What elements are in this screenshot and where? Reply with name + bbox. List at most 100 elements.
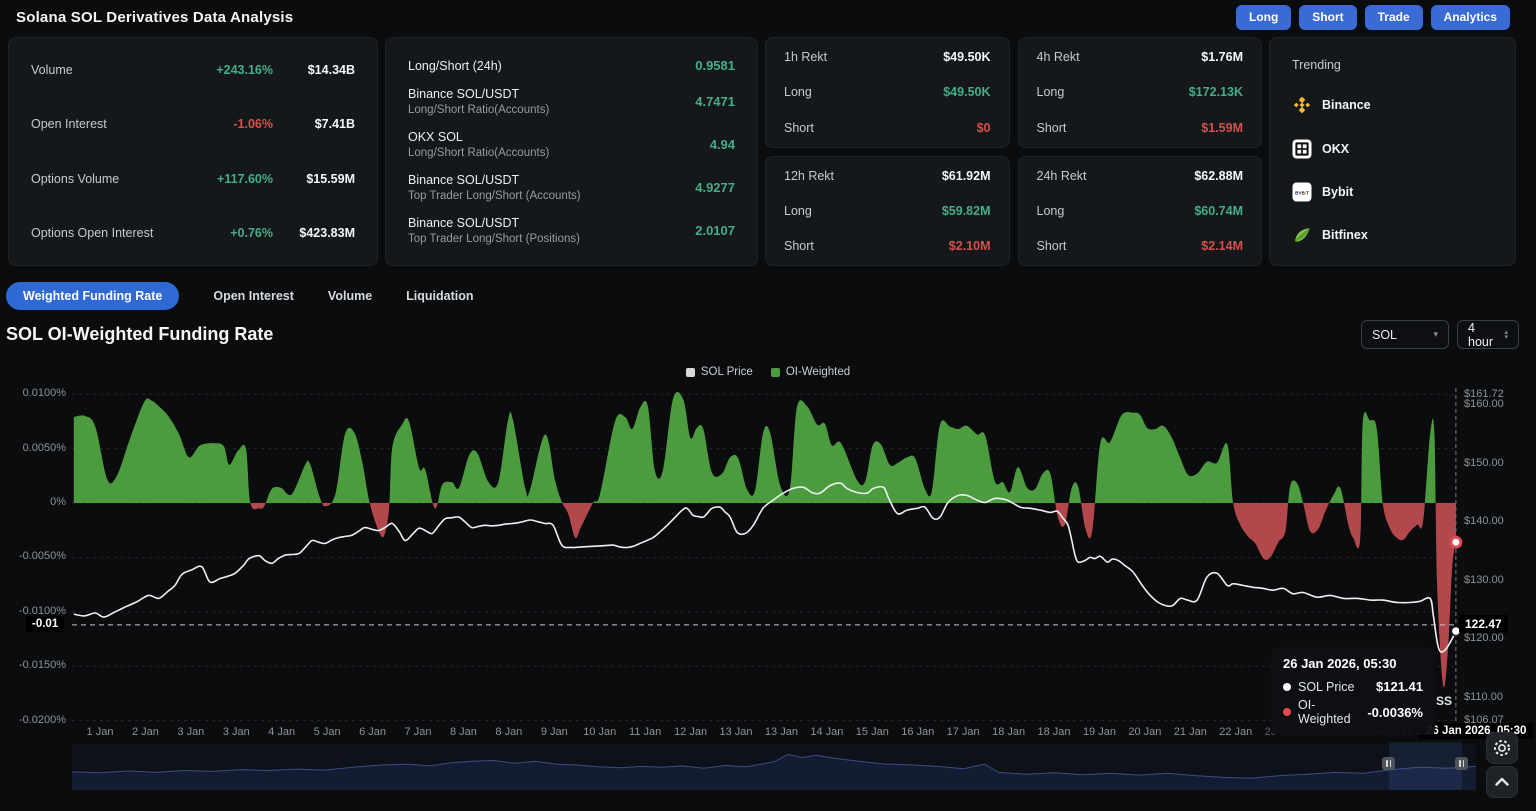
trending-item-okx[interactable]: OKX — [1292, 139, 1493, 159]
rekt-long: $59.82M — [942, 204, 991, 218]
tooltip-timestamp: 26 Jan 2026, 05:30 — [1283, 656, 1423, 671]
ratio-subtitle: Long/Short Ratio(Accounts) — [408, 104, 549, 116]
stat-row: Options Open Interest+0.76%$423.83M — [31, 226, 355, 240]
rekt-label: Long — [1037, 85, 1065, 99]
trending-name: Binance — [1322, 98, 1371, 112]
legend-swatch-icon — [686, 368, 695, 377]
navigator-selection[interactable] — [1389, 742, 1462, 790]
right-axis-tick: $160.00 — [1464, 398, 1504, 410]
ratio-row: OKX SOLLong/Short Ratio(Accounts)4.94 — [408, 130, 735, 159]
ratio-value: 0.9581 — [695, 58, 735, 73]
rekt-row: Short$2.10M — [784, 239, 991, 253]
rekt-row: Long $172.13K — [1037, 85, 1244, 99]
tab-volume[interactable]: Volume — [328, 289, 372, 303]
trending-item-binance[interactable]: Binance — [1292, 95, 1493, 115]
navigator-right-handle[interactable] — [1455, 757, 1468, 770]
tooltip-value: -0.0036% — [1367, 705, 1423, 720]
right-axis-tick: $110.00 — [1464, 691, 1503, 703]
rekt-card: 12h Rekt$61.92MLong$59.82MShort$2.10M — [765, 156, 1010, 267]
top-header: Solana SOL Derivatives Data Analysis Lon… — [0, 0, 1536, 34]
rekt-short: $2.10M — [949, 239, 991, 253]
ratio-subtitle: Top Trader Long/Short (Positions) — [408, 233, 580, 245]
left-axis-tick: 0% — [0, 496, 66, 508]
trending-item-bitfinex[interactable]: Bitfinex — [1292, 225, 1493, 245]
interval-select[interactable]: 4 hour ▴▾ — [1457, 320, 1519, 349]
header-button-analytics[interactable]: Analytics — [1431, 5, 1510, 30]
binance-logo-icon — [1292, 95, 1312, 115]
rekt-label: 12h Rekt — [784, 169, 834, 183]
rekt-long: $60.74M — [1194, 204, 1243, 218]
rekt-short: $0 — [977, 121, 991, 135]
tab-open-interest[interactable]: Open Interest — [213, 289, 294, 303]
rekt-label: Long — [784, 85, 812, 99]
header-button-short[interactable]: Short — [1299, 5, 1356, 30]
rekt-row: Long$49.50K — [784, 85, 991, 99]
navigator-left-handle[interactable] — [1382, 757, 1395, 770]
right-axis-tick: $130.00 — [1464, 574, 1504, 586]
stat-change: +117.60% — [217, 172, 273, 186]
stat-label: Options Open Interest — [31, 226, 230, 240]
rekt-label: Long — [1037, 204, 1065, 218]
legend-swatch-icon — [771, 368, 780, 377]
rekt-row: 1h Rekt$49.50K — [784, 50, 991, 64]
chevron-up-icon — [1487, 767, 1517, 797]
stat-value: $15.59M — [273, 172, 355, 186]
tooltip-label: SOL Price — [1298, 680, 1369, 694]
price-line — [74, 483, 1456, 652]
legend-label: SOL Price — [701, 366, 753, 378]
rekt-grid: 1h Rekt$49.50KLong$49.50KShort$04h Rekt$… — [765, 37, 1262, 266]
ratio-row: Binance SOL/USDTTop Trader Long/Short (P… — [408, 216, 735, 245]
settings-gear-button[interactable] — [1486, 732, 1518, 764]
trending-name: Bybit — [1322, 185, 1353, 199]
ratio-labels: OKX SOL Long/Short Ratio(Accounts) — [408, 130, 549, 159]
symbol-select[interactable]: SOL ▾ — [1361, 320, 1449, 349]
header-button-long[interactable]: Long — [1236, 5, 1291, 30]
symbol-select-value: SOL — [1372, 328, 1397, 342]
rekt-short: $1.59M — [1201, 121, 1243, 135]
tab-liquidation[interactable]: Liquidation — [406, 289, 473, 303]
right-axis-tick: $150.00 — [1464, 457, 1504, 469]
rekt-row: Short $0 — [784, 121, 991, 135]
trending-item-bybit[interactable]: BYBIT Bybit — [1292, 182, 1493, 202]
trending-title: Trending — [1292, 58, 1493, 72]
rekt-label: Short — [784, 121, 814, 135]
trending-name: OKX — [1322, 142, 1349, 156]
ratio-title: OKX SOL — [408, 130, 549, 144]
navigator-line — [72, 754, 1476, 778]
right-axis-tick: $120.00 — [1464, 632, 1504, 644]
chart-tooltip: 26 Jan 2026, 05:30 SOL Price$121.41OI-We… — [1271, 647, 1435, 735]
ratio-subtitle: Long/Short Ratio(Accounts) — [408, 147, 549, 159]
rekt-total: $49.50K — [943, 50, 990, 64]
ratio-row: Binance SOL/USDT Long/Short Ratio(Account… — [408, 87, 735, 116]
ratio-value: 4.7471 — [695, 94, 735, 109]
rekt-row: 4h Rekt $1.76M — [1037, 50, 1244, 64]
chart-legend: SOL Price OI-Weighted — [0, 366, 1536, 378]
tooltip-row: OI-Weighted-0.0036% — [1283, 698, 1423, 726]
rekt-total: $1.76M — [1201, 50, 1243, 64]
navigator-area — [72, 754, 1476, 790]
legend-item[interactable]: OI-Weighted — [771, 366, 850, 378]
ratio-labels: Long/Short (24h) — [408, 59, 502, 73]
ratio-title: Binance SOL/USDT — [408, 87, 549, 101]
svg-text:BYBIT: BYBIT — [1295, 190, 1309, 195]
rekt-total: $62.88M — [1194, 169, 1243, 183]
stat-row: Open Interest-1.06%$7.41B — [31, 117, 355, 131]
settings-gear-icon — [1487, 733, 1517, 763]
header-button-trade[interactable]: Trade — [1365, 5, 1423, 30]
rekt-long: $172.13K — [1189, 85, 1243, 99]
ratio-title: Long/Short (24h) — [408, 59, 502, 73]
trending-name: Bitfinex — [1322, 228, 1368, 242]
tooltip-marker-dot — [1283, 708, 1291, 716]
legend-item[interactable]: SOL Price — [686, 366, 753, 378]
left-axis-tick: 0.0050% — [0, 442, 66, 454]
tab-weighted-funding-rate[interactable]: Weighted Funding Rate — [6, 282, 179, 310]
scroll-top-button[interactable] — [1486, 766, 1518, 798]
page-title: Solana SOL Derivatives Data Analysis — [16, 9, 293, 26]
ratio-labels: Binance SOL/USDTTop Trader Long/Short (A… — [408, 173, 581, 202]
chart-tabs: Weighted Funding Rate Open Interest Volume… — [6, 282, 474, 310]
rekt-label: 24h Rekt — [1037, 169, 1087, 183]
rekt-label: 4h Rekt — [1037, 50, 1080, 64]
left-axis-tick: -0.0050% — [0, 550, 66, 562]
rekt-card: 24h Rekt$62.88MLong$60.74MShort$2.14M — [1018, 156, 1263, 267]
rekt-row: Short$1.59M — [1037, 121, 1244, 135]
